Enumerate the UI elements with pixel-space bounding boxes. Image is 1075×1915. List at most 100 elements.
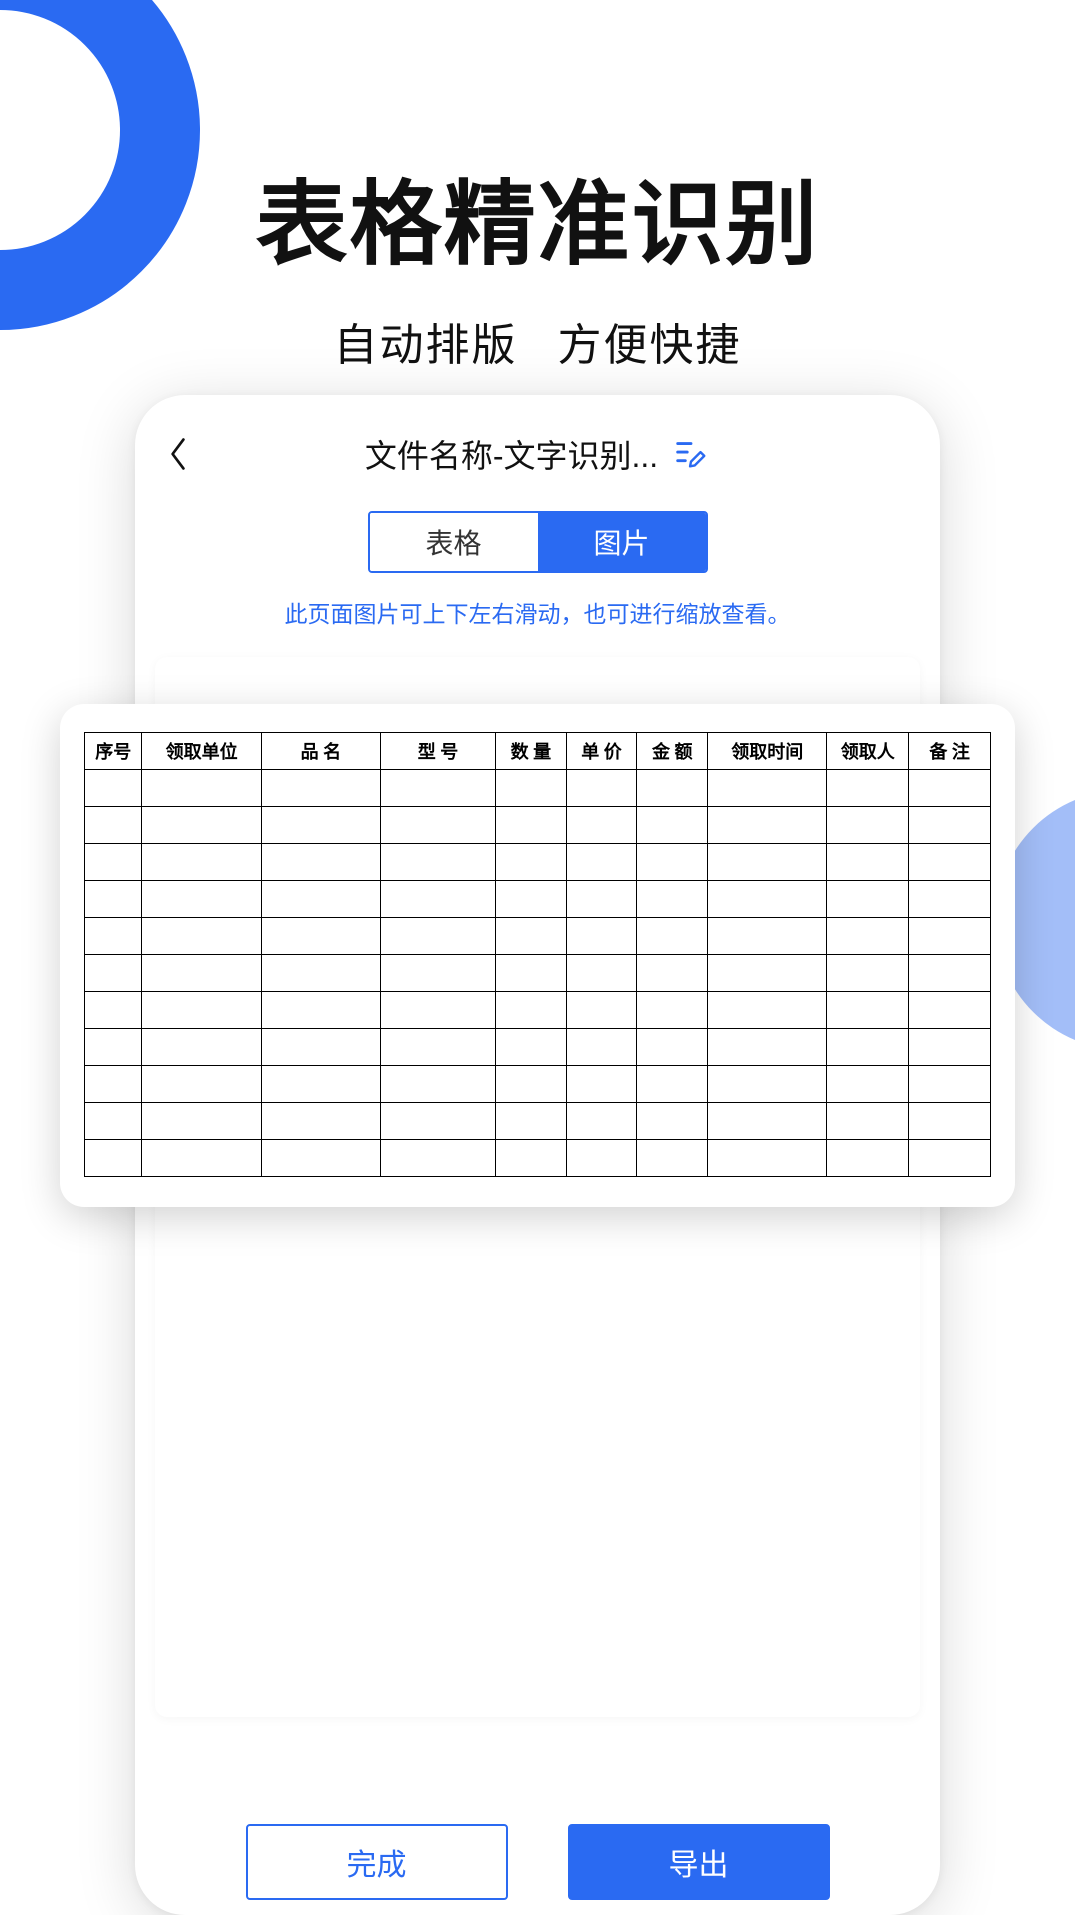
table-cell [381,881,496,918]
table-cell [495,807,566,844]
table-cell [142,1140,261,1177]
edit-button[interactable] [672,435,710,473]
table-cell [827,955,909,992]
table-cell [708,1066,827,1103]
table-cell [261,1140,380,1177]
table-cell [495,955,566,992]
table-header-cell: 单 价 [566,733,637,770]
table-cell [142,807,261,844]
hint-text: 此页面图片可上下左右滑动，也可进行缩放查看。 [135,595,940,629]
table-row [85,881,991,918]
table-cell [261,1103,380,1140]
table-header-cell: 序号 [85,733,142,770]
table-cell [261,992,380,1029]
table-header-cell: 备 注 [909,733,991,770]
table-row [85,770,991,807]
table-cell [495,881,566,918]
table-cell [261,844,380,881]
table-cell [909,881,991,918]
table-cell [85,955,142,992]
table-cell [637,770,708,807]
table-cell [142,1103,261,1140]
table-cell [637,955,708,992]
table-cell [827,1103,909,1140]
table-cell [637,1140,708,1177]
back-button[interactable] [163,439,193,469]
table-cell [637,807,708,844]
export-button[interactable]: 导出 [568,1824,830,1900]
table-cell [827,992,909,1029]
table-header-cell: 领取时间 [708,733,827,770]
done-button[interactable]: 完成 [246,1824,508,1900]
recognized-table-card[interactable]: 序号领取单位品 名型 号数 量单 价金 额领取时间领取人备 注 [60,704,1015,1207]
table-cell [566,1103,637,1140]
hero-subtitle: 自动排版方便快捷 [0,309,1075,373]
table-cell [566,1140,637,1177]
table-cell [85,807,142,844]
table-cell [637,1066,708,1103]
table-cell [566,770,637,807]
table-cell [708,770,827,807]
table-cell [495,1140,566,1177]
table-cell [566,992,637,1029]
table-row [85,1103,991,1140]
recognized-table: 序号领取单位品 名型 号数 量单 价金 额领取时间领取人备 注 [84,732,991,1177]
table-cell [495,992,566,1029]
table-cell [708,807,827,844]
app-header: 文件名称-文字识别... [135,415,940,493]
table-cell [637,918,708,955]
table-cell [142,881,261,918]
table-cell [909,1066,991,1103]
table-header-cell: 数 量 [495,733,566,770]
table-row [85,1140,991,1177]
table-header-cell: 领取单位 [142,733,261,770]
hero-sub-b: 方便快捷 [558,321,742,370]
table-cell [381,1140,496,1177]
table-cell [142,992,261,1029]
table-cell [495,770,566,807]
table-header-cell: 型 号 [381,733,496,770]
bottom-actions: 完成 导出 [135,1809,940,1915]
table-cell [261,1066,380,1103]
table-cell [909,1103,991,1140]
table-cell [566,1029,637,1066]
tab-table[interactable]: 表格 [370,513,538,571]
table-cell [85,992,142,1029]
hero-title: 表格精准识别 [0,150,1075,283]
table-cell [566,844,637,881]
table-cell [566,1066,637,1103]
table-cell [495,1103,566,1140]
table-cell [909,955,991,992]
table-cell [85,844,142,881]
table-cell [708,881,827,918]
table-cell [381,807,496,844]
table-cell [495,844,566,881]
table-cell [637,992,708,1029]
table-cell [637,881,708,918]
table-cell [827,881,909,918]
table-cell [381,844,496,881]
table-cell [142,1066,261,1103]
table-cell [261,1029,380,1066]
table-cell [566,881,637,918]
table-header-cell: 领取人 [827,733,909,770]
table-cell [381,1029,496,1066]
table-cell [381,770,496,807]
table-cell [261,881,380,918]
table-cell [909,807,991,844]
app-title: 文件名称-文字识别... [365,431,658,477]
table-cell [909,844,991,881]
table-cell [708,1103,827,1140]
table-row [85,844,991,881]
tab-image[interactable]: 图片 [538,513,706,571]
table-cell [381,955,496,992]
table-cell [85,1029,142,1066]
table-cell [827,1029,909,1066]
table-cell [381,1103,496,1140]
table-cell [85,1066,142,1103]
table-cell [261,770,380,807]
table-cell [708,844,827,881]
table-cell [142,955,261,992]
table-row [85,955,991,992]
table-cell [142,918,261,955]
